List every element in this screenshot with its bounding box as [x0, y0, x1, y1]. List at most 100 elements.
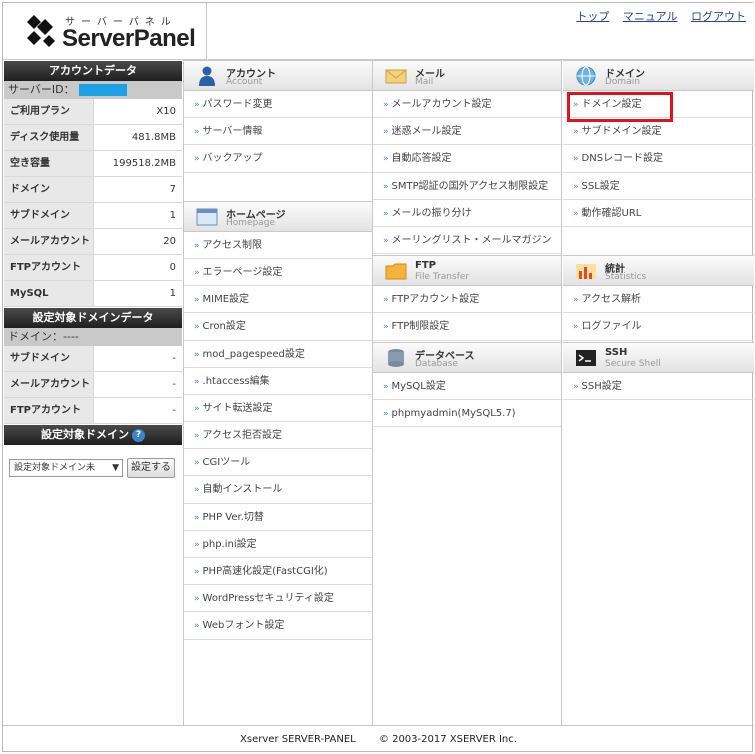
target-row: サブドメイン - [4, 346, 182, 372]
menu-item-password[interactable]: » パスワード変更 [184, 91, 372, 119]
arrow-bullet-icon: » [383, 322, 389, 333]
category-domain: ドメイン Domain [563, 60, 754, 91]
arrow-bullet-icon: » [194, 567, 200, 577]
menu-item[interactable]: » SSH設定 [563, 373, 754, 400]
menu-item-backup[interactable]: » バックアップ [184, 145, 372, 173]
footer-product: Xserver SERVER-PANEL [240, 734, 356, 745]
category-ftp: FTP File Transfer [373, 255, 561, 287]
stat-label: メールアカウント [4, 229, 94, 254]
stat-row: ご利用プラン X10 [4, 99, 182, 125]
menu-item-domain-settings[interactable]: » ドメイン設定 [563, 91, 754, 123]
menu-item[interactable]: » DNSレコード設定 [563, 145, 754, 173]
arrow-bullet-icon: » [194, 403, 200, 414]
arrow-bullet-icon: » [194, 458, 200, 469]
menu-item[interactable]: » サブドメイン設定 [563, 118, 754, 146]
arrow-bullet-icon: » [383, 381, 389, 392]
category-mail: メール Mail [373, 60, 561, 91]
arrow-bullet-icon: » [194, 322, 200, 333]
menu-item[interactable]: » ログファイル [563, 313, 754, 341]
arrow-bullet-icon: » [194, 539, 200, 550]
menu-item[interactable]: » メーリングリスト・メールマガジン [373, 227, 561, 255]
arrow-bullet-icon: » [194, 295, 200, 306]
domain-select-area: 設定対象ドメイン未 ▼ 設定する [9, 458, 175, 478]
set-domain-button[interactable]: 設定する [127, 458, 175, 478]
menu-item[interactable]: » エラーページ設定 [184, 259, 372, 287]
menu-item[interactable]: » Cron設定 [184, 313, 372, 341]
dropdown-arrow-icon: ▼ [112, 463, 119, 473]
target-label: FTPアカウント [4, 398, 94, 423]
logout-link[interactable]: ログアウト [691, 10, 746, 23]
menu-item[interactable]: » アクセス解析 [563, 286, 754, 314]
arrow-bullet-icon: » [383, 208, 389, 219]
arrow-bullet-icon: » [573, 100, 579, 110]
target-value: - [94, 346, 182, 371]
server-id-mask [78, 84, 127, 96]
menu-item[interactable]: » .htaccess編集 [184, 368, 372, 395]
menu-item[interactable]: » MySQL設定 [373, 373, 561, 400]
xserver-logo-icon [27, 15, 55, 47]
stat-value: X10 [94, 99, 182, 124]
stat-value: 1 [94, 281, 182, 306]
stat-row: サブドメイン 1 [4, 203, 182, 229]
help-icon[interactable]: ? [132, 428, 145, 442]
menu-item[interactable]: » WordPressセキュリティ設定 [184, 585, 372, 613]
stat-label: ご利用プラン [4, 99, 94, 124]
menu-item[interactable]: » PHP Ver.切替 [184, 504, 372, 531]
menu-item[interactable]: » SMTP認証の国外アクセス制限設定 [373, 173, 561, 200]
arrow-bullet-icon: » [194, 240, 200, 251]
arrow-bullet-icon: » [383, 127, 389, 138]
menu-item[interactable]: » php.ini設定 [184, 531, 372, 558]
target-domain-data-header: 設定対象ドメインデータ [4, 308, 182, 328]
menu-item[interactable]: » Webフォント設定 [184, 612, 372, 640]
stat-row: ディスク使用量 481.8MB [4, 125, 182, 151]
menu-item[interactable]: » CGIツール [184, 449, 372, 477]
menu-item[interactable]: » 迷惑メール設定 [373, 118, 561, 146]
menu-item-server-info[interactable]: » サーバー情報 [184, 118, 372, 146]
menu-item[interactable]: » FTP制限設定 [373, 313, 561, 341]
menu-item[interactable]: » mod_pagespeed設定 [184, 341, 372, 368]
menu-item[interactable]: » 自動インストール [184, 476, 372, 504]
arrow-bullet-icon: » [383, 408, 389, 419]
menu-column-2: メール Mail » メールアカウント設定 » 迷惑メール設定 » 自動応答設定 » S… [373, 60, 562, 725]
menu-item[interactable]: » アクセス拒否設定 [184, 422, 372, 450]
manual-link[interactable]: マニュアル [623, 10, 678, 23]
arrow-bullet-icon: » [194, 594, 200, 605]
arrow-bullet-icon: » [383, 295, 389, 306]
menu-item[interactable]: » アクセス制限 [184, 232, 372, 259]
stat-label: ディスク使用量 [4, 125, 94, 150]
menu-item[interactable]: » FTPアカウント設定 [373, 286, 561, 314]
target-row: FTPアカウント - [4, 398, 182, 424]
menu-item[interactable]: » MIME設定 [184, 286, 372, 314]
stat-value: 1 [94, 203, 182, 228]
category-subtitle: Statistics [605, 272, 647, 283]
stat-row: 空き容量 199518.2MB [4, 151, 182, 177]
top-links: トップ マニュアル ログアウト [566, 8, 746, 24]
menu-item[interactable]: » SSL設定 [563, 173, 754, 200]
arrow-bullet-icon: » [194, 621, 200, 632]
stat-value: 7 [94, 177, 182, 202]
arrow-bullet-icon: » [383, 181, 389, 192]
arrow-bullet-icon: » [573, 181, 579, 192]
domain-globe-icon [576, 66, 596, 86]
domain-select[interactable]: 設定対象ドメイン未 ▼ [9, 459, 123, 477]
menu-item[interactable]: » メールの振り分け [373, 200, 561, 227]
stat-value: 0 [94, 255, 182, 280]
target-domain-header: 設定対象ドメイン? [4, 425, 182, 445]
menu-item[interactable]: » サイト転送設定 [184, 395, 372, 423]
account-data-header: アカウントデータ [4, 61, 182, 81]
menu-item[interactable]: » PHP高速化設定(FastCGI化) [184, 558, 372, 586]
menu-item[interactable]: » phpmyadmin(MySQL5.7) [373, 400, 561, 427]
stat-label: FTPアカウント [4, 255, 94, 280]
server-id-label: サーバーID： [8, 83, 75, 96]
category-subtitle: Database [415, 358, 458, 369]
target-domain-title: 設定対象ドメイン [41, 428, 129, 441]
arrow-bullet-icon: » [383, 235, 389, 246]
menu-item[interactable]: » 動作確認URL [563, 200, 754, 227]
stat-label: MySQL [4, 281, 94, 306]
top-link[interactable]: トップ [576, 10, 609, 23]
menu-item[interactable]: » 自動応答設定 [373, 145, 561, 173]
arrow-bullet-icon: » [194, 485, 200, 496]
arrow-bullet-icon: » [194, 349, 200, 360]
menu-item[interactable]: » メールアカウント設定 [373, 91, 561, 119]
category-account: アカウント Account [184, 60, 372, 91]
